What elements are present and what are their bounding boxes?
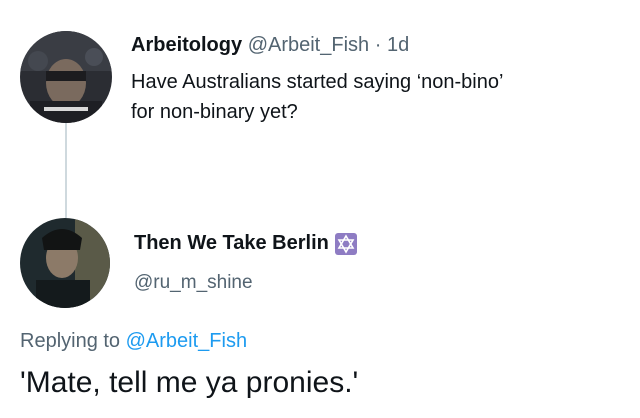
avatar[interactable]	[20, 218, 110, 308]
avatar[interactable]	[20, 31, 112, 123]
reply-text: 'Mate, tell me ya pronies.'	[20, 366, 359, 399]
reply-author-name[interactable]: Then We Take Berlin	[134, 232, 329, 255]
author-handle[interactable]: @Arbeit_Fish	[248, 34, 369, 56]
reply-author-row: Then We Take Berlin	[134, 232, 357, 255]
replying-to-line: Replying to @Arbeit_Fish	[20, 330, 247, 353]
thread-connector-line	[65, 122, 67, 218]
avatar-image	[20, 218, 110, 308]
tweet-text-line: Have Australians started saying ‘non-bin…	[131, 71, 504, 93]
star-of-david-icon	[334, 232, 357, 255]
tweet-header: Arbeitology @Arbeit_Fish · 1d	[131, 34, 409, 57]
author-name[interactable]: Arbeitology	[131, 34, 242, 56]
separator-dot: ·	[374, 34, 382, 56]
tweet-timestamp[interactable]: 1d	[387, 34, 409, 56]
replying-to-link[interactable]: @Arbeit_Fish	[126, 330, 247, 352]
reply-author-handle[interactable]: @ru_m_shine	[134, 272, 253, 294]
tweet-text-line: for non-binary yet?	[131, 101, 298, 123]
replying-prefix: Replying to	[20, 330, 121, 352]
tweet-text: Have Australians started saying ‘non-bin…	[131, 67, 621, 127]
avatar-image	[20, 31, 112, 123]
